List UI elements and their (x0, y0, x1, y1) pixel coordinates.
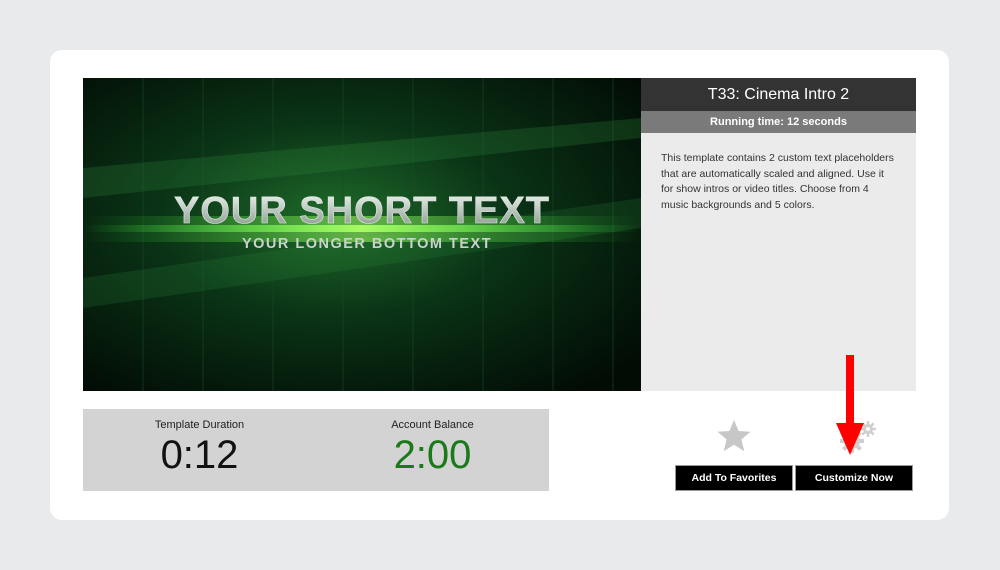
balance-value: 2:00 (393, 433, 472, 477)
preview-sub-text: YOUR LONGER BOTTOM TEXT (242, 236, 492, 252)
add-to-favorites-button[interactable]: Add To Favorites (675, 465, 793, 491)
customize-now-button[interactable]: Customize Now (795, 465, 913, 491)
template-info-panel: T33: Cinema Intro 2 Running time: 12 sec… (641, 78, 916, 391)
arrow-down-icon (836, 355, 864, 455)
template-title: T33: Cinema Intro 2 (641, 78, 916, 111)
preview-artwork: YOUR SHORT TEXT YOUR LONGER BOTTOM TEXT (83, 78, 641, 391)
video-preview[interactable]: YOUR SHORT TEXT YOUR LONGER BOTTOM TEXT (83, 78, 641, 391)
stats-panel: Template Duration 0:12 Account Balance 2… (83, 409, 549, 491)
star-icon[interactable] (716, 419, 752, 453)
account-balance: Account Balance 2:00 (316, 409, 549, 477)
preview-main-text: YOUR SHORT TEXT (174, 190, 550, 232)
balance-label: Account Balance (391, 419, 474, 431)
duration-label: Template Duration (154, 419, 245, 431)
template-duration: Template Duration 0:12 (83, 409, 316, 477)
running-time: Running time: 12 seconds (641, 111, 916, 133)
template-description: This template contains 2 custom text pla… (661, 152, 894, 211)
duration-value: 0:12 (160, 433, 239, 477)
